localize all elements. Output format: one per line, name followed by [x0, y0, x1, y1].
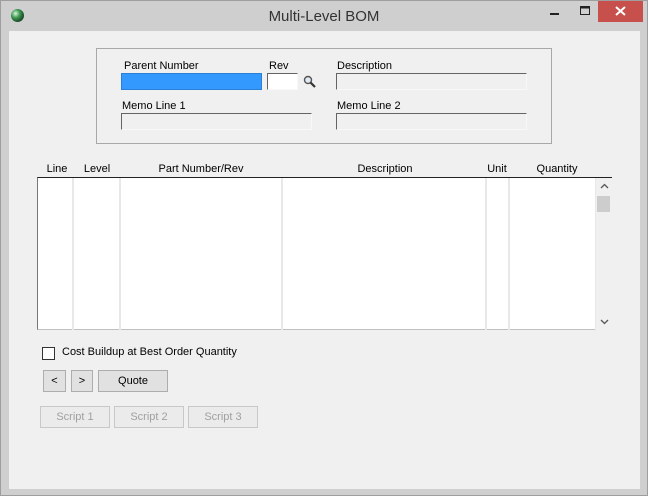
- column-header-quantity[interactable]: Quantity: [509, 163, 605, 175]
- column-divider: [485, 178, 487, 330]
- column-header-part-number-rev[interactable]: Part Number/Rev: [121, 163, 281, 175]
- memo-line-2-label: Memo Line 2: [337, 100, 401, 112]
- previous-button[interactable]: <: [43, 370, 66, 392]
- description-field[interactable]: [336, 73, 527, 90]
- script-2-button[interactable]: Script 2: [114, 406, 184, 428]
- column-header-description[interactable]: Description: [283, 163, 487, 175]
- parent-number-label: Parent Number: [124, 60, 199, 72]
- scrollbar-thumb[interactable]: [597, 196, 610, 212]
- script-3-button[interactable]: Script 3: [188, 406, 258, 428]
- scroll-down-icon[interactable]: [600, 319, 609, 325]
- cost-buildup-checkbox[interactable]: [42, 347, 55, 360]
- title-bar: Multi-Level BOM: [1, 1, 647, 31]
- quote-button[interactable]: Quote: [98, 370, 168, 392]
- next-button[interactable]: >: [71, 370, 93, 392]
- cost-buildup-label[interactable]: Cost Buildup at Best Order Quantity: [62, 346, 237, 358]
- bom-grid[interactable]: [37, 177, 612, 330]
- minimize-icon: [550, 13, 559, 15]
- close-button[interactable]: [598, 1, 643, 22]
- rev-field[interactable]: [267, 73, 298, 90]
- parent-number-field[interactable]: [121, 73, 262, 90]
- client-area: Parent Number Rev Description Memo Line …: [9, 31, 640, 489]
- script-1-button[interactable]: Script 1: [40, 406, 110, 428]
- memo-line-2-field[interactable]: [336, 113, 527, 130]
- magnifier-icon[interactable]: [303, 75, 317, 89]
- description-label: Description: [337, 60, 393, 72]
- memo-line-1-label: Memo Line 1: [122, 100, 186, 112]
- vertical-scrollbar[interactable]: [596, 178, 612, 330]
- minimize-button[interactable]: [541, 1, 569, 22]
- column-header-line[interactable]: Line: [37, 163, 77, 175]
- rev-label: Rev: [269, 60, 289, 72]
- column-header-level[interactable]: Level: [75, 163, 119, 175]
- column-divider: [508, 178, 510, 330]
- maximize-icon: [579, 6, 590, 15]
- close-icon: [615, 6, 626, 16]
- maximize-button[interactable]: [571, 1, 599, 22]
- scroll-up-icon[interactable]: [600, 183, 609, 189]
- main-window: Multi-Level BOM Parent Number Rev Descri…: [0, 0, 648, 496]
- column-header-unit[interactable]: Unit: [485, 163, 509, 175]
- column-divider: [119, 178, 121, 330]
- memo-line-1-field[interactable]: [121, 113, 312, 130]
- column-divider: [72, 178, 74, 330]
- column-divider: [281, 178, 283, 330]
